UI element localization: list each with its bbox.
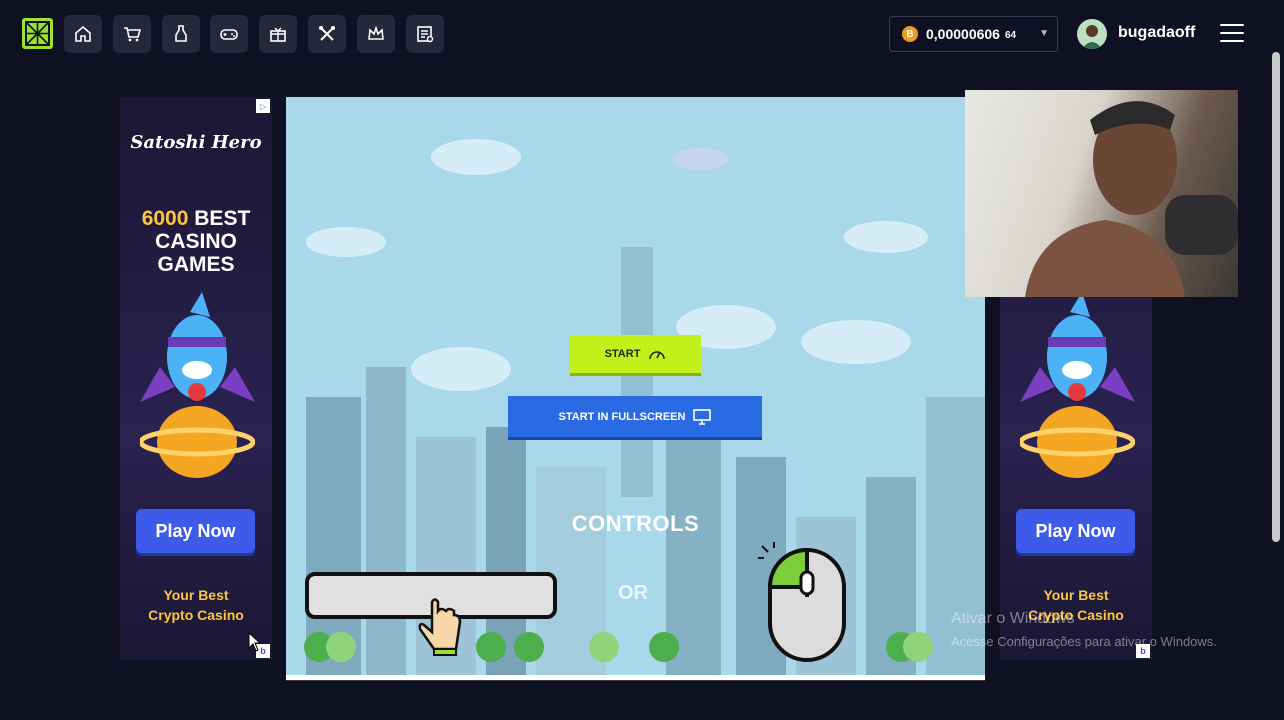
- site-logo[interactable]: [22, 18, 53, 49]
- hamburger-menu-icon[interactable]: [1220, 24, 1244, 44]
- nav-potion-button[interactable]: [162, 15, 200, 53]
- username[interactable]: bugadaoff: [1118, 24, 1195, 42]
- webcam-overlay: [965, 90, 1238, 297]
- nav-rewards-button[interactable]: [259, 15, 297, 53]
- pointing-hand-icon: [418, 598, 462, 656]
- or-label: OR: [618, 582, 648, 604]
- monitor-icon: [693, 408, 712, 425]
- mouse-cursor-icon: [248, 632, 262, 652]
- ad-choices-icon[interactable]: ▷: [256, 99, 270, 113]
- potion-icon: [175, 25, 187, 42]
- tools-icon: [319, 26, 335, 41]
- start-button[interactable]: START: [570, 335, 701, 373]
- gamepad-icon: [220, 29, 238, 40]
- play-now-button[interactable]: Play Now: [136, 509, 255, 553]
- streamer-face-image: [1025, 101, 1238, 297]
- ad-headline: 6000 BEST CASINO GAMES: [120, 207, 272, 276]
- user-avatar[interactable]: [1077, 19, 1107, 49]
- ad-tagline: Your Best Crypto Casino: [120, 585, 272, 625]
- top-navigation-bar: B 0,00000606 64 ▼ bugadaoff: [0, 0, 1284, 68]
- start-fullscreen-label: START IN FULLSCREEN: [558, 410, 686, 423]
- home-icon: [75, 25, 91, 42]
- chevron-down-icon[interactable]: ▼: [1039, 28, 1049, 39]
- nav-tickets-button[interactable]: [406, 15, 444, 53]
- ticket-icon: [417, 26, 434, 43]
- play-now-button[interactable]: Play Now: [1016, 509, 1135, 553]
- windows-activation-subtitle: Acesse Configurações para ativar o Windo…: [951, 634, 1217, 649]
- nav-home-button[interactable]: [64, 15, 102, 53]
- game-canvas[interactable]: START START IN FULLSCREEN CONTROLS OR: [286, 97, 985, 681]
- bitcoin-icon: B: [902, 26, 918, 42]
- speedometer-icon: [649, 351, 666, 360]
- cart-icon: [124, 27, 142, 42]
- balance-value: 0,00000606: [926, 26, 1000, 42]
- windows-activation-title: Ativar o Windows: [951, 610, 1075, 627]
- mascot-on-planet-image: [140, 292, 255, 478]
- controls-heading: CONTROLS: [571, 511, 700, 536]
- gift-icon: [270, 27, 286, 42]
- mouse-left-click-icon: [758, 542, 846, 662]
- balance-small-digits: 64: [1004, 30, 1017, 41]
- start-fullscreen-button[interactable]: START IN FULLSCREEN: [508, 396, 762, 437]
- nav-shop-button[interactable]: [113, 15, 151, 53]
- crown-icon: [368, 25, 384, 40]
- ad-tagline-line1: Your Best: [163, 587, 229, 603]
- ad-brand: Satoshi Hero: [130, 132, 262, 153]
- logo-icon: [25, 21, 50, 46]
- nav-games-button[interactable]: [210, 15, 248, 53]
- nav-tools-button[interactable]: [308, 15, 346, 53]
- left-ad-banner[interactable]: ▷ Satoshi Hero 6000 BEST CASINO GAMES Pl…: [120, 97, 272, 660]
- page-scrollbar[interactable]: [1272, 52, 1280, 542]
- start-label: START: [604, 348, 641, 360]
- nav-vip-button[interactable]: [357, 15, 395, 53]
- ad-tagline-line1: Your Best: [1043, 587, 1109, 603]
- mascot-on-planet-image: [1020, 292, 1135, 478]
- ad-headline-number: 6000: [141, 207, 189, 230]
- game-bottom-bar: [286, 680, 985, 681]
- ad-tagline-line2: Crypto Casino: [148, 607, 244, 623]
- balance-selector[interactable]: B 0,00000606 64 ▼: [889, 16, 1058, 52]
